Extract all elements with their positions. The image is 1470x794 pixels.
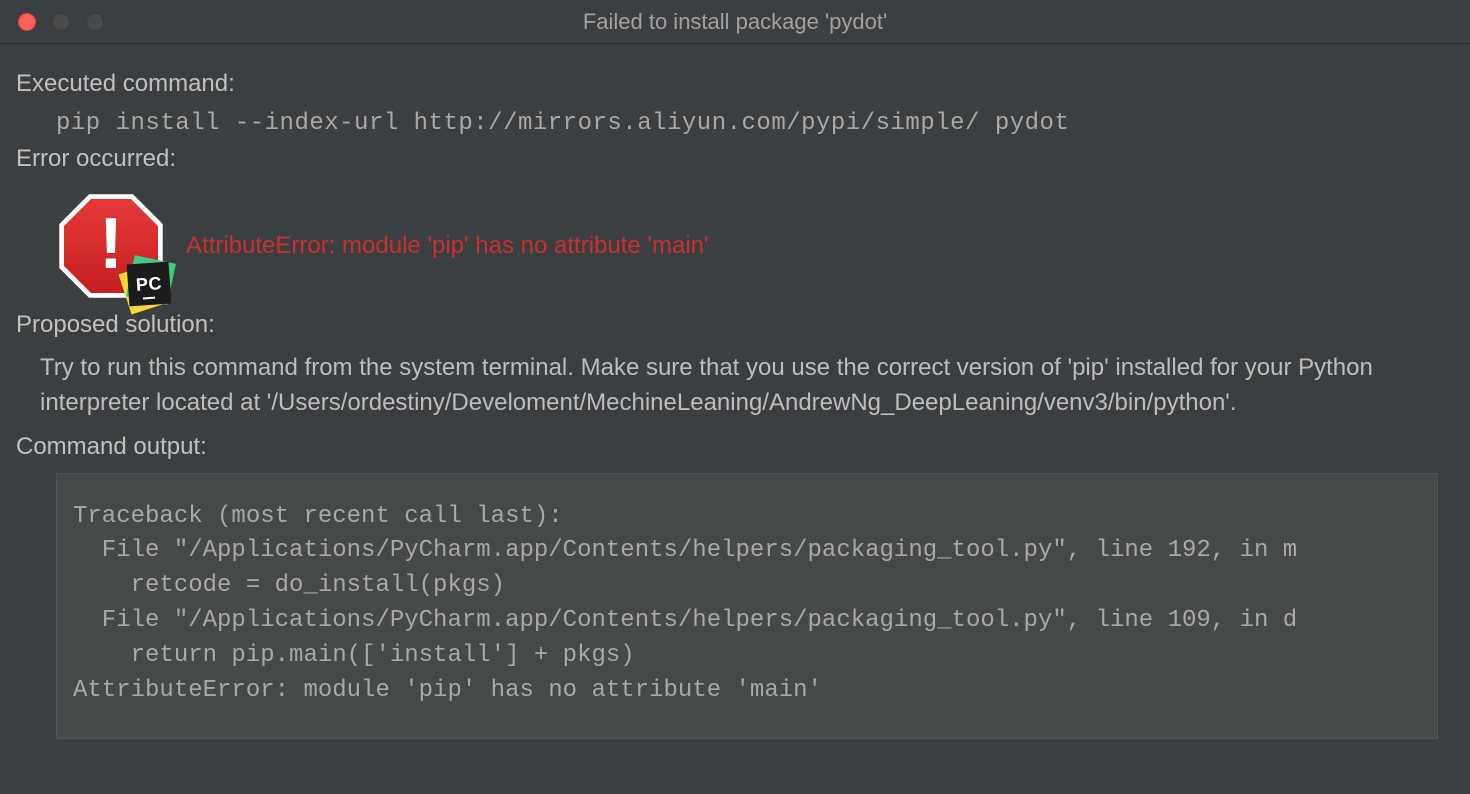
close-button[interactable] <box>18 13 36 31</box>
stop-icon: ! PC <box>56 191 166 301</box>
command-output-text: Traceback (most recent call last): File … <box>73 500 1421 709</box>
maximize-button[interactable] <box>86 13 104 31</box>
executed-command-label: Executed command: <box>16 70 1454 98</box>
error-occurred-label: Error occurred: <box>16 145 1454 173</box>
error-message: AttributeError: module 'pip' has no attr… <box>186 232 709 260</box>
pycharm-badge-icon: PC <box>118 253 180 315</box>
pycharm-badge-text: PC <box>135 273 162 296</box>
error-row: ! PC AttributeError: module 'pip' has no… <box>16 191 1454 301</box>
dialog-content: Executed command: pip install --index-ur… <box>0 44 1470 757</box>
minimize-button[interactable] <box>52 13 70 31</box>
proposed-solution-label: Proposed solution: <box>16 311 1454 339</box>
command-output-label: Command output: <box>16 433 1454 461</box>
executed-command-text: pip install --index-url http://mirrors.a… <box>16 110 1454 137</box>
proposed-solution-text: Try to run this command from the system … <box>16 351 1454 421</box>
command-output-box[interactable]: Traceback (most recent call last): File … <box>56 473 1438 740</box>
titlebar: Failed to install package 'pydot' <box>0 0 1470 44</box>
window-title: Failed to install package 'pydot' <box>0 9 1470 35</box>
traffic-lights <box>0 13 104 31</box>
